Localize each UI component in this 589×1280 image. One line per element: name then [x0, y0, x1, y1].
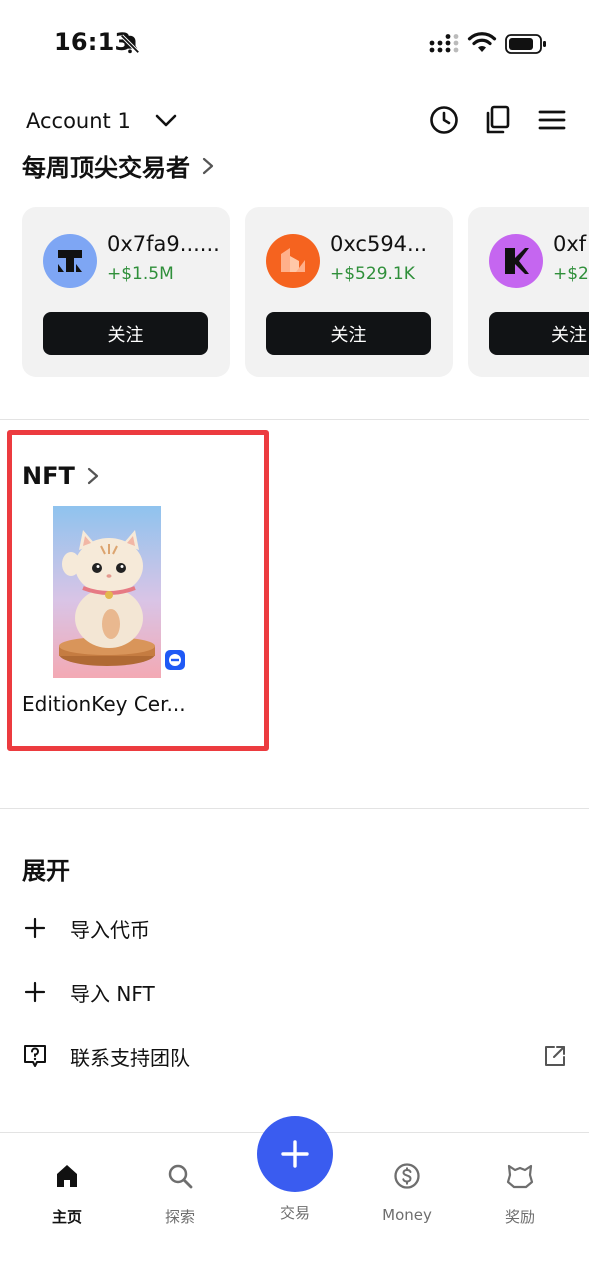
help-icon [24, 1045, 46, 1067]
status-bar: 16:13 [0, 0, 589, 90]
trader-logo-icon [489, 234, 543, 288]
follow-button[interactable]: 关注 [489, 312, 589, 355]
trader-card[interactable]: 0xf +$2 关注 [468, 207, 589, 377]
chevron-right-icon [87, 467, 98, 485]
contact-support-label: 联系支持团队 [70, 1045, 190, 1070]
plus-icon [24, 917, 46, 939]
external-link-icon [545, 1046, 565, 1066]
import-token-button[interactable]: 导入代币 [22, 908, 567, 948]
nav-explore[interactable]: 探索 [135, 1160, 225, 1227]
account-switcher[interactable]: Account 1 [26, 104, 179, 138]
nft-title: NFT [22, 462, 75, 490]
plus-icon [281, 1140, 309, 1168]
nav-money[interactable]: Money [362, 1160, 452, 1224]
import-nft-button[interactable]: 导入 NFT [22, 972, 567, 1012]
trader-address: 0xc594... [330, 232, 428, 256]
bottom-nav: 主页 探索 交易 Money 奖励 [0, 1116, 589, 1280]
cellular-signal-icon [429, 34, 459, 53]
trader-address: 0x7fa9...... [107, 232, 220, 256]
import-token-label: 导入代币 [70, 917, 150, 942]
section-divider [0, 419, 589, 420]
trader-pnl: +$529.1K [330, 264, 415, 284]
wifi-icon [467, 32, 497, 52]
nav-label-trade[interactable]: 交易 [250, 1202, 340, 1223]
search-icon [168, 1164, 193, 1189]
section-divider [0, 808, 589, 809]
expand-section-title: 展开 [22, 857, 70, 885]
nft-thumbnail[interactable] [53, 506, 161, 678]
trader-avatar [489, 234, 543, 288]
dollar-circle-icon [394, 1163, 420, 1189]
home-icon [57, 1165, 77, 1187]
top-traders-header[interactable]: 每周顶尖交易者 [22, 142, 422, 186]
account-name: Account 1 [26, 109, 131, 133]
chevron-right-icon [202, 157, 214, 174]
chevron-down-icon [155, 114, 177, 127]
trader-avatar [43, 234, 97, 288]
battery-icon [505, 34, 546, 54]
lucky-cat-image [53, 506, 161, 678]
trader-logo-icon [266, 234, 320, 288]
follow-button-label: 关注 [551, 324, 587, 346]
trader-avatar [266, 234, 320, 288]
trader-logo-icon [43, 234, 97, 288]
trader-pnl: +$2 [553, 264, 589, 284]
nav-label: 奖励 [504, 1208, 535, 1226]
import-nft-label: 导入 NFT [70, 981, 155, 1006]
nav-label: 主页 [51, 1208, 82, 1226]
trader-pnl: +$1.5M [107, 264, 174, 284]
nav-rewards[interactable]: 奖励 [475, 1160, 565, 1227]
trader-card[interactable]: 0xc594... +$529.1K 关注 [245, 207, 453, 377]
copy-icon[interactable] [482, 104, 514, 136]
trader-card[interactable]: 0x7fa9...... +$1.5M 关注 [22, 207, 230, 377]
bell-off-icon [120, 34, 140, 54]
follow-button[interactable]: 关注 [266, 312, 431, 355]
nav-label: 探索 [164, 1208, 195, 1226]
contact-support-button[interactable]: 联系支持团队 [22, 1036, 567, 1076]
nav-home[interactable]: 主页 [22, 1160, 112, 1227]
trader-address: 0xf [553, 232, 587, 256]
hamburger-menu-icon[interactable] [536, 104, 568, 136]
nft-section-header[interactable]: NFT [22, 462, 101, 490]
history-icon[interactable] [428, 104, 460, 136]
top-traders-title: 每周顶尖交易者 [22, 154, 190, 182]
follow-button[interactable]: 关注 [43, 312, 208, 355]
trade-button[interactable] [257, 1116, 333, 1192]
nav-label: Money [382, 1206, 432, 1224]
nft-name[interactable]: EditionKey Cer... [22, 692, 186, 716]
chain-badge-icon [165, 650, 185, 670]
rewards-icon [506, 1164, 534, 1189]
plus-icon [24, 981, 46, 1003]
